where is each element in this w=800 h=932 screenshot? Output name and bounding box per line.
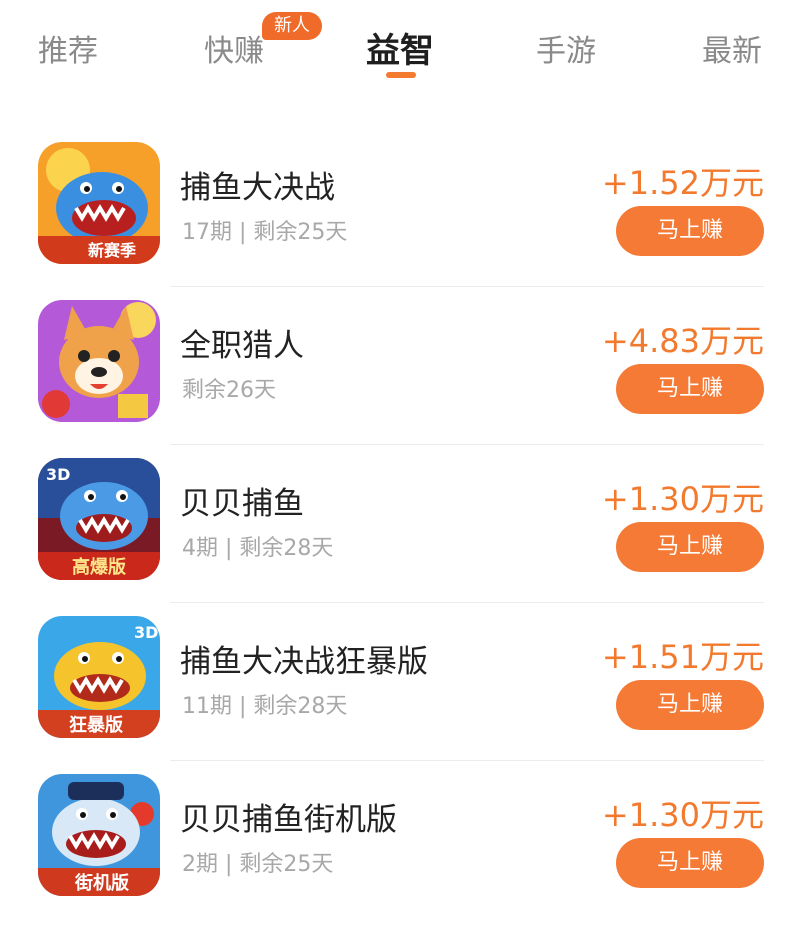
new-user-badge: 新人 [262,12,322,40]
category-tabs: 推荐 快赚 新人 益智 手游 最新 [0,0,800,110]
game-name: 贝贝捕鱼街机版 [180,802,397,838]
icon-caption: 新赛季 [88,241,137,260]
icon-caption: 高爆版 [72,556,126,578]
icon-caption: 街机版 [74,872,129,894]
shiba-dog-icon [38,300,160,422]
game-meta: 4期 | 剩余28天 [182,536,334,561]
reward-amount: +1.51万元 [601,638,764,676]
tab-mobile-games[interactable]: 手游 [536,26,596,70]
yellow-shark-icon: 3D 狂暴版 [38,616,160,738]
reward-amount: +1.30万元 [601,796,764,834]
game-name: 捕鱼大决战狂暴版 [180,644,428,680]
list-item[interactable]: 街机版 贝贝捕鱼街机版 2期 | 剩余25天 +1.30万元 马上赚 [0,774,800,932]
earn-now-button[interactable]: 马上赚 [616,838,764,888]
divider [170,286,764,287]
game-name: 全职猎人 [180,328,304,364]
game-name: 贝贝捕鱼 [180,486,304,522]
tab-quick-earn[interactable]: 快赚 [204,26,264,70]
reward-amount: +4.83万元 [601,322,764,360]
earn-now-button[interactable]: 马上赚 [616,206,764,256]
list-item[interactable]: 3D 高爆版 贝贝捕鱼 4期 | 剩余28天 +1.30万元 马上赚 [0,458,800,616]
game-meta: 11期 | 剩余28天 [182,694,348,719]
reward-amount: +1.52万元 [601,164,764,202]
game-name: 捕鱼大决战 [180,170,335,206]
game-meta: 剩余26天 [182,378,276,403]
icon-corner-label: 3D [134,623,158,642]
earn-now-button[interactable]: 马上赚 [616,522,764,572]
tab-puzzle[interactable]: 益智 [366,23,434,72]
icon-caption: 狂暴版 [69,714,123,736]
list-item[interactable]: 新赛季 捕鱼大决战 17期 | 剩余25天 +1.52万元 马上赚 [0,142,800,300]
list-item[interactable]: 全职猎人 剩余26天 +4.83万元 马上赚 [0,300,800,458]
earn-now-button[interactable]: 马上赚 [616,364,764,414]
list-item[interactable]: 3D 狂暴版 捕鱼大决战狂暴版 11期 | 剩余28天 +1.51万元 马上赚 [0,616,800,774]
divider [170,602,764,603]
earn-now-button[interactable]: 马上赚 [616,680,764,730]
icon-corner-label: 3D [46,465,70,484]
game-meta: 2期 | 剩余25天 [182,852,334,877]
divider [170,760,764,761]
game-meta: 17期 | 剩余25天 [182,220,348,245]
shark-chef-icon: 街机版 [38,774,160,896]
tab-latest[interactable]: 最新 [702,26,762,70]
shark-icon: 新赛季 [38,142,160,264]
tab-recommend[interactable]: 推荐 [38,26,98,70]
active-tab-indicator [386,72,416,78]
divider [170,444,764,445]
blue-shark-icon: 3D 高爆版 [38,458,160,580]
reward-amount: +1.30万元 [601,480,764,518]
